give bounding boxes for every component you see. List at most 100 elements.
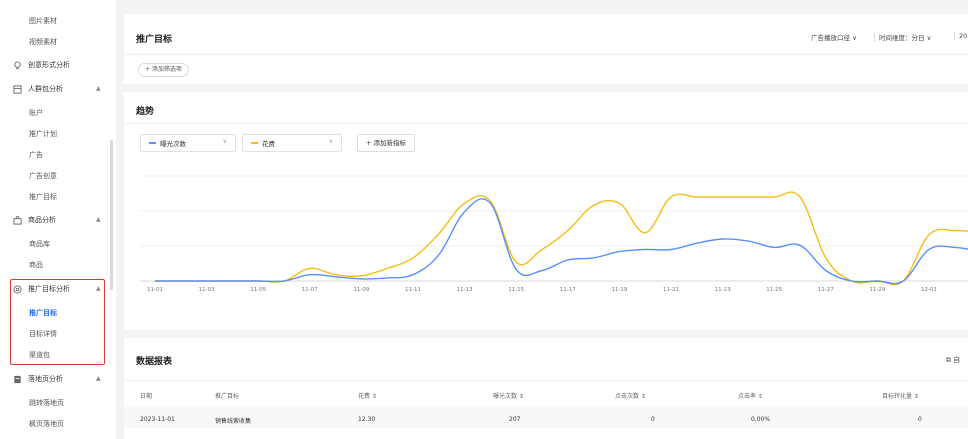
chevron-up-icon[interactable]: ▲: [96, 373, 101, 385]
legend-swatch-blue: [149, 142, 156, 144]
table-settings-label: 自: [953, 356, 961, 364]
sidebar-group-label: 人群包分析: [28, 85, 63, 93]
x-tick-label: 11-25: [766, 287, 783, 293]
sidebar: 图片素材 视频素材 创意形式分析 人群包分析 ▲ 账户 推广计划 广告 广告创意…: [0, 0, 116, 439]
chevron-down-icon: ∨: [222, 138, 227, 145]
x-tick-label: 11-07: [301, 287, 318, 293]
column-header-date[interactable]: 日期: [140, 391, 152, 400]
sidebar-item-label: 枫页落地页: [29, 420, 64, 428]
ad-caliber-select[interactable]: 广告播放口径 ∨: [811, 32, 857, 42]
trend-title: 趋势: [136, 107, 155, 117]
chevron-down-icon: ∨: [328, 138, 333, 145]
sidebar-group-product-analysis[interactable]: 商品分析 ▲: [12, 214, 112, 226]
sidebar-item-product-library[interactable]: 商品库: [29, 238, 50, 250]
x-tick-label: 11-19: [611, 287, 628, 293]
sidebar-item-label: 视频素材: [29, 38, 57, 46]
metric2-select[interactable]: 花费 ∨: [242, 134, 342, 152]
column-header-conversions[interactable]: 目标转化量 ⇕: [882, 391, 919, 400]
x-tick-label: 11-09: [353, 287, 370, 293]
x-tick-label: 11-01: [147, 287, 163, 293]
sidebar-item-label: 商品: [29, 261, 43, 269]
audience-icon: [12, 84, 22, 94]
bulb-icon: [12, 60, 22, 70]
sidebar-item-product[interactable]: 商品: [29, 259, 43, 271]
cell-conversions: 0: [918, 416, 922, 423]
sidebar-item-label: 图片素材: [29, 17, 57, 25]
cell-clicks: 0: [651, 416, 655, 423]
metric2-label: 花费: [262, 140, 275, 148]
sidebar-item-maple-landing[interactable]: 枫页落地页: [29, 418, 64, 430]
sidebar-item-label: 商品库: [29, 240, 50, 248]
sidebar-group-creative-analysis[interactable]: 创意形式分析: [12, 59, 70, 71]
x-tick-label: 11-29: [869, 287, 886, 293]
sidebar-group-audience-analysis[interactable]: 人群包分析 ▲: [12, 83, 112, 95]
sidebar-item-label: 广告: [29, 151, 43, 159]
time-dimension-select[interactable]: 时间维度：分日 ∨: [879, 32, 931, 42]
chevron-up-icon[interactable]: ▲: [96, 83, 101, 95]
table-settings-button[interactable]: ⧉ 自: [946, 355, 960, 365]
legend-swatch-yellow: [251, 142, 258, 144]
sidebar-scrollbar[interactable]: [110, 140, 113, 290]
cell-cost: 12.30: [358, 416, 376, 423]
x-tick-label: 11-17: [559, 287, 576, 293]
x-tick-label: 11-15: [508, 287, 525, 293]
page-title: 推广目标: [136, 35, 173, 45]
x-tick-label: 11-23: [714, 287, 731, 293]
metric1-select[interactable]: 曝光次数 ∨: [140, 134, 236, 152]
chevron-down-icon: ∨: [926, 34, 932, 42]
cell-impressions: 207: [509, 416, 521, 423]
add-filter-button[interactable]: + 添加筛选项: [138, 63, 189, 77]
sidebar-item-redirect-landing[interactable]: 跳转落地页: [29, 397, 64, 409]
column-header-cost[interactable]: 花费 ⇕: [358, 391, 377, 400]
x-tick-label: 11-13: [456, 287, 473, 293]
page-icon: [12, 374, 22, 384]
sidebar-item-promo-goal[interactable]: 推广目标: [29, 191, 57, 203]
separator: [874, 31, 875, 41]
sidebar-item-label: 广告创意: [29, 172, 57, 180]
bag-icon: [12, 215, 22, 225]
layers-icon: ⧉: [946, 356, 951, 364]
sidebar-item-campaign[interactable]: 推广计划: [29, 128, 57, 140]
column-header-goal[interactable]: 推广目标: [215, 391, 239, 400]
column-header-ctr[interactable]: 点击率 ⇕: [738, 391, 763, 400]
sidebar-item-label: 推广目标: [29, 193, 57, 201]
add-metric-button[interactable]: + 添加新指标: [357, 134, 416, 152]
sidebar-item-account[interactable]: 账户: [29, 107, 43, 119]
cell-ctr: 0.00%: [751, 416, 771, 423]
x-tick-label: 11-03: [198, 287, 215, 293]
table-title: 数据报表: [136, 357, 173, 367]
header-card: 推广目标 + 添加筛选项: [124, 14, 968, 84]
time-dimension-label: 时间维度：分日: [879, 34, 925, 42]
sidebar-item-ad-creative[interactable]: 广告创意: [29, 170, 57, 182]
sidebar-item-label: 跳转落地页: [29, 399, 64, 407]
x-tick-label: 11-27: [817, 287, 834, 293]
chevron-up-icon[interactable]: ▲: [96, 214, 101, 226]
ad-caliber-label: 广告播放口径: [811, 34, 850, 42]
sidebar-item-image-assets[interactable]: 图片素材: [29, 15, 57, 27]
sidebar-item-ad[interactable]: 广告: [29, 149, 43, 161]
x-tick-label: 12-01: [921, 287, 937, 293]
cell-goal: 销售线索收集: [215, 418, 252, 425]
sidebar-group-landing-analysis[interactable]: 落地页分析 ▲: [12, 373, 112, 385]
metric1-label: 曝光次数: [160, 140, 186, 148]
sidebar-item-label: 推广计划: [29, 130, 57, 138]
app-root: 图片素材 视频素材 创意形式分析 人群包分析 ▲ 账户 推广计划 广告 广告创意…: [0, 0, 968, 439]
separator: [954, 31, 955, 41]
sidebar-item-video-assets[interactable]: 视频素材: [29, 36, 57, 48]
column-header-impressions[interactable]: 曝光次数 ⇕: [493, 391, 524, 400]
trend-divider: [124, 123, 968, 124]
sidebar-group-label: 创意形式分析: [28, 61, 70, 69]
cell-date: 2023-11-01: [140, 416, 175, 423]
header-divider: [124, 54, 968, 55]
column-header-clicks[interactable]: 点击次数 ⇕: [615, 391, 646, 400]
sidebar-group-label: 落地页分析: [28, 375, 63, 383]
x-tick-label: 11-11: [405, 287, 421, 293]
table-divider: [124, 380, 968, 381]
x-tick-label: 11-21: [663, 287, 679, 293]
highlight-box: [10, 279, 105, 365]
sidebar-group-label: 商品分析: [28, 216, 56, 224]
chevron-down-icon: ∨: [852, 34, 857, 42]
date-range-picker[interactable]: 20: [959, 32, 967, 40]
x-tick-label: 11-05: [250, 287, 267, 293]
sidebar-item-label: 账户: [29, 109, 43, 117]
